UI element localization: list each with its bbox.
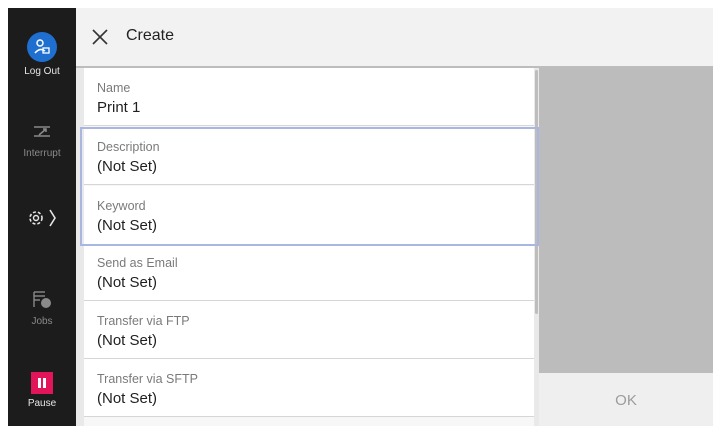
gear-icon (29, 209, 56, 227)
user-logout-icon (27, 32, 57, 62)
jobs-button[interactable]: Jobs (8, 288, 76, 327)
interrupt-icon (34, 126, 50, 137)
field-label: Transfer via FTP (97, 314, 190, 328)
field-value: (Not Set) (97, 332, 158, 349)
interrupt-label: Interrupt (23, 148, 61, 159)
device-settings-button[interactable] (8, 206, 76, 230)
field-value: (Not Set) (97, 390, 158, 407)
field-transfer-ftp[interactable]: Transfer via FTP (Not Set) (84, 301, 534, 359)
field-name[interactable]: Name Print 1 (84, 68, 534, 126)
ok-button-label: OK (615, 392, 637, 409)
page-title: Create (126, 27, 175, 44)
close-icon[interactable] (90, 27, 110, 47)
pause-button[interactable]: Pause (8, 372, 76, 409)
left-sidebar: Log Out Interrupt Jobs Pause (8, 8, 76, 426)
header-bar: Create (76, 8, 713, 68)
field-label: Description (97, 140, 160, 154)
scroll-thumb[interactable] (535, 70, 538, 314)
field-label: Keyword (97, 199, 146, 213)
field-keyword[interactable]: Keyword (Not Set) (84, 186, 534, 244)
settings-list: Name Print 1 Description (Not Set) Keywo… (84, 68, 534, 426)
field-transfer-sftp[interactable]: Transfer via SFTP (Not Set) (84, 359, 534, 417)
field-label: Name (97, 81, 131, 95)
interrupt-button[interactable]: Interrupt (8, 120, 76, 159)
field-value: (Not Set) (97, 217, 158, 234)
field-send-as-email[interactable]: Send as Email (Not Set) (84, 243, 534, 301)
field-value: (Not Set) (97, 274, 158, 291)
jobs-label: Jobs (31, 316, 53, 327)
jobs-icon (33, 291, 51, 308)
pause-label: Pause (27, 398, 57, 409)
field-label: Send as Email (97, 256, 178, 270)
logout-label: Log Out (24, 66, 60, 77)
field-value: (Not Set) (97, 158, 158, 175)
field-value: Print 1 (97, 99, 141, 116)
field-description[interactable]: Description (Not Set) (84, 127, 534, 185)
field-label: Transfer via SFTP (97, 372, 198, 386)
content-area: Name Print 1 Description (Not Set) Keywo… (76, 68, 713, 426)
pause-icon (31, 372, 53, 394)
ok-button[interactable]: OK (539, 373, 713, 426)
preview-pane (539, 68, 713, 373)
logout-button[interactable]: Log Out (8, 32, 76, 77)
